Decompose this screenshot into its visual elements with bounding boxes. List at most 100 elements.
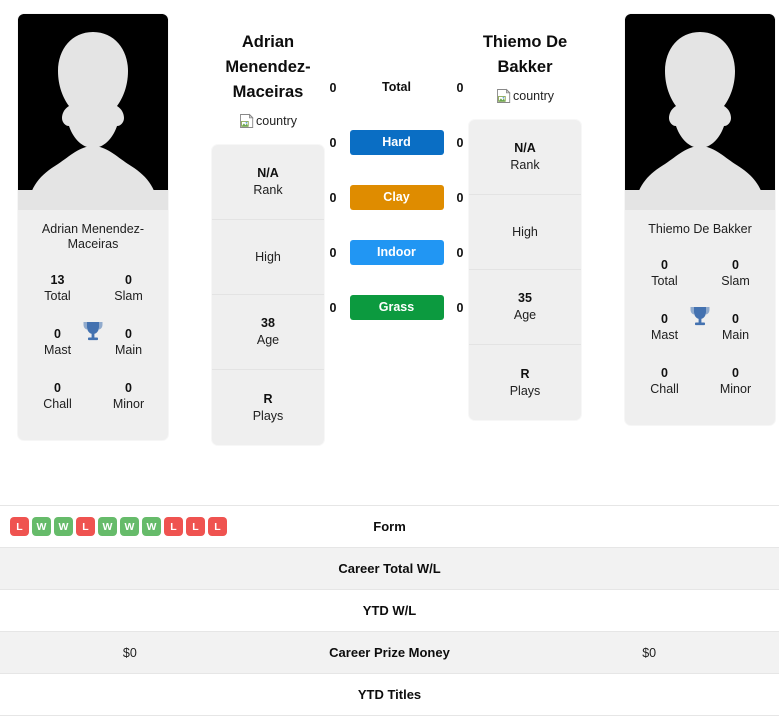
row-label-career-prize-money: Career Prize Money	[329, 645, 450, 660]
info-label: Age	[513, 308, 537, 322]
titles-grid-right: 0 Total 0 Slam 0 Mast 0 Main 0 Chall 0 M…	[625, 247, 775, 425]
surface-right-count: 0	[456, 135, 464, 150]
info-age-left: 38 Age	[212, 295, 324, 370]
form-badge-list-left: LWWLWWWLLL	[0, 517, 260, 536]
trophy-icon	[687, 303, 713, 329]
broken-image-icon	[240, 113, 254, 128]
info-rank-right: N/A Rank	[469, 120, 581, 195]
info-label: Age	[256, 333, 280, 347]
info-label: Plays	[509, 383, 541, 398]
stat-total-left: 13 Total	[22, 262, 93, 316]
country-right: country	[496, 88, 554, 104]
player-title-right: Thiemo De Bakker	[482, 33, 568, 76]
form-badge: L	[186, 517, 205, 536]
form-badge: W	[98, 517, 117, 536]
info-value: 35	[518, 291, 532, 305]
surface-breakdown: 0 Total 0 0 Hard 0 0 Clay 0 0 Indoor 0 0	[324, 60, 469, 335]
form-badge: W	[142, 517, 161, 536]
stat-label: Total	[651, 274, 678, 288]
surface-left-count: 0	[329, 135, 337, 150]
player-card-left[interactable]: Adrian Menendez-Maceiras 13 Total 0 Slam…	[18, 14, 168, 440]
titles-grid-left: 13 Total 0 Slam 0 Mast 0 Main 0 Chall 0 …	[18, 262, 168, 440]
player-photo-right	[625, 14, 775, 210]
surface-row-clay: 0 Clay 0	[324, 170, 469, 225]
row-label-form: Form	[373, 519, 406, 534]
info-value: R	[520, 366, 530, 381]
broken-image-icon	[497, 88, 511, 103]
surface-right-count: 0	[456, 80, 464, 95]
surface-left-count: 0	[329, 245, 337, 260]
country-label: country	[256, 114, 297, 128]
player-comparison-page: Adrian Menendez-Maceiras 13 Total 0 Slam…	[0, 0, 779, 719]
info-plays-right: R Plays	[469, 345, 581, 420]
surface-left-count: 0	[329, 80, 337, 95]
stat-value: 0	[732, 366, 739, 380]
country-left: country	[239, 113, 297, 129]
info-rank-left: N/A Rank	[212, 145, 324, 220]
surface-right-count: 0	[456, 245, 464, 260]
form-badge: W	[54, 517, 73, 536]
info-card-left: N/A Rank High 38 Age R Plays	[212, 145, 324, 445]
info-label: High	[255, 249, 281, 264]
info-plays-left: R Plays	[212, 370, 324, 445]
info-label: High	[512, 224, 538, 239]
career-prize-money-left: $0	[122, 645, 137, 660]
stat-chall-right: 0 Chall	[629, 355, 700, 409]
comparison-table: LWWLWWWLLL Form Career Total W/L YTD W/L…	[0, 505, 779, 716]
surface-badge-clay[interactable]: Clay	[349, 185, 444, 210]
surface-badge-grass[interactable]: Grass	[349, 295, 444, 320]
stat-minor-right: 0 Minor	[700, 355, 771, 409]
info-value: 38	[261, 316, 275, 330]
surface-badge-hard[interactable]: Hard	[349, 130, 444, 155]
stat-label: Minor	[719, 382, 752, 396]
table-row-career-total-wl: Career Total W/L	[0, 548, 779, 590]
stat-value: 0	[732, 258, 739, 272]
info-high-right: High	[469, 195, 581, 270]
trophy-icon	[80, 318, 106, 344]
form-badge: L	[76, 517, 95, 536]
table-row-career-prize-money: $0 Career Prize Money $0	[0, 632, 779, 674]
player-name-left: Adrian Menendez-Maceiras	[41, 222, 145, 251]
stat-minor-left: 0 Minor	[93, 370, 164, 424]
info-value: N/A	[514, 141, 536, 155]
surface-row-total: 0 Total 0	[324, 60, 469, 115]
stat-label: Main	[114, 343, 143, 357]
stat-label: Slam	[114, 289, 143, 303]
surface-badge-indoor[interactable]: Indoor	[349, 240, 444, 265]
stat-slam-right: 0 Slam	[700, 247, 771, 301]
stat-label: Slam	[721, 274, 750, 288]
row-label-career-total-wl: Career Total W/L	[338, 561, 441, 576]
stat-label: Minor	[112, 397, 145, 411]
stat-label: Chall	[43, 397, 72, 411]
player-info-left: Adrian Menendez-Maceiras country N/A Ran…	[212, 14, 324, 445]
stat-label: Main	[721, 328, 750, 342]
stat-value: 0	[661, 366, 668, 380]
country-label: country	[513, 89, 554, 103]
stat-value: 0	[125, 381, 132, 395]
player-photo-left	[18, 14, 168, 210]
stat-label: Mast	[43, 343, 72, 357]
player-card-right[interactable]: Thiemo De Bakker 0 Total 0 Slam 0 Mast 0…	[625, 14, 775, 425]
table-row-ytd-wl: YTD W/L	[0, 590, 779, 632]
stat-label: Total	[44, 289, 71, 303]
info-label: Plays	[252, 408, 284, 423]
info-age-right: 35 Age	[469, 270, 581, 345]
row-label-ytd-titles: YTD Titles	[357, 687, 422, 702]
info-value: R	[263, 391, 273, 406]
surface-right-count: 0	[456, 300, 464, 315]
surface-left-count: 0	[329, 300, 337, 315]
stat-value: 0	[54, 381, 61, 395]
table-row-ytd-titles: YTD Titles	[0, 674, 779, 716]
info-card-right: N/A Rank High 35 Age R Plays	[469, 120, 581, 420]
stat-value: 0	[125, 273, 132, 287]
form-badge: W	[32, 517, 51, 536]
stat-total-right: 0 Total	[629, 247, 700, 301]
stat-chall-left: 0 Chall	[22, 370, 93, 424]
form-left: LWWLWWWLLL	[0, 517, 260, 536]
surface-row-indoor: 0 Indoor 0	[324, 225, 469, 280]
comparison-header: Adrian Menendez-Maceiras 13 Total 0 Slam…	[0, 0, 779, 505]
form-badge: L	[164, 517, 183, 536]
surface-badge-total: Total	[382, 80, 411, 94]
stat-value: 13	[50, 273, 65, 287]
career-prize-money-right: $0	[642, 645, 657, 660]
